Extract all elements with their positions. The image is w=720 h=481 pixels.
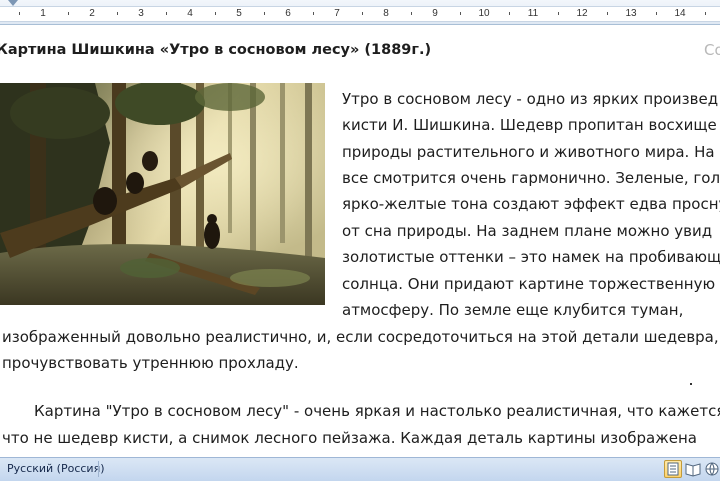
- paragraph-line: солнца. Они придают картине торжественну…: [342, 275, 716, 293]
- document-title: Картина Шишкина «Утро в сосновом лесу» (…: [0, 42, 432, 58]
- horizontal-ruler[interactable]: 1 2 3 4 5 6 7 8 9 10 11 12 13 14: [0, 0, 720, 25]
- paragraph-line: изображенный довольно реалистично, и, ес…: [2, 328, 719, 346]
- ruler-minor-tick: [215, 12, 216, 15]
- status-bar: Русский (Россия): [0, 457, 720, 481]
- web-layout-icon: [705, 462, 719, 476]
- ruler-label: 3: [138, 8, 144, 19]
- ruler-label: 1: [40, 8, 46, 19]
- paragraph-line: что не шедевр кисти, а снимок лесного пе…: [2, 429, 697, 447]
- ruler-minor-tick: [705, 12, 706, 15]
- open-book-icon: [685, 463, 701, 477]
- ruler-minor-tick: [509, 12, 510, 15]
- ruler-minor-tick: [656, 12, 657, 15]
- paragraph-line: Утро в сосновом лесу - одно из ярких про…: [342, 90, 719, 108]
- paragraph-line: золотистые оттенки – это намек на пробив…: [342, 248, 720, 266]
- web-layout-view-button[interactable]: [703, 460, 720, 478]
- ruler-minor-tick: [558, 12, 559, 15]
- print-layout-view-button[interactable]: [664, 460, 682, 478]
- ruler-minor-tick: [362, 12, 363, 15]
- ruler-label: 13: [625, 8, 637, 19]
- paragraph-line: природы растительного и животного мира. …: [342, 143, 715, 161]
- paragraph-line: прочувствовать утреннюю прохладу.: [2, 354, 299, 372]
- paragraph-line: от сна природы. На заднем плане можно ув…: [342, 222, 713, 240]
- ruler-label: 4: [187, 8, 193, 19]
- ruler-label: 7: [334, 8, 340, 19]
- ruler-minor-tick: [166, 12, 167, 15]
- ruler-label: 12: [576, 8, 588, 19]
- text-cursor-mark: [690, 383, 692, 385]
- ruler-label: 14: [674, 8, 686, 19]
- ruler-label: 10: [478, 8, 490, 19]
- painting-image: [0, 83, 325, 305]
- ruler-minor-tick: [117, 12, 118, 15]
- ruler-minor-tick: [460, 12, 461, 15]
- ruler-label: 11: [527, 8, 539, 19]
- paragraph-line: кисти И. Шишкина. Шедевр пропитан восхищ…: [342, 116, 717, 134]
- paragraph-line: Картина "Утро в сосновом лесу" - очень я…: [34, 402, 720, 420]
- ruler-label: 8: [383, 8, 389, 19]
- status-separator: [98, 461, 99, 477]
- paragraph-line: атмосферу. По земле еще клубится туман,: [342, 301, 684, 319]
- ruler-minor-tick: [264, 12, 265, 15]
- print-layout-icon: [667, 462, 679, 476]
- ruler-minor-tick: [607, 12, 608, 15]
- document-page[interactable]: Картина Шишкина «Утро в сосновом лесу» (…: [0, 25, 720, 457]
- ruler-minor-tick: [68, 12, 69, 15]
- clipped-text: Со: [704, 41, 720, 59]
- ruler-label: 2: [89, 8, 95, 19]
- ruler-label: 9: [432, 8, 438, 19]
- ruler-minor-tick: [19, 12, 20, 15]
- ruler-minor-tick: [411, 12, 412, 15]
- paragraph-line: ярко-желтые тона создают эффект едва про…: [342, 195, 720, 213]
- ruler-label: 5: [236, 8, 242, 19]
- ruler-scale: 1 2 3 4 5 6 7 8 9 10 11 12 13 14: [0, 6, 720, 22]
- indent-marker[interactable]: [8, 0, 18, 6]
- language-indicator[interactable]: Русский (Россия): [7, 462, 105, 475]
- paragraph-line: все смотрится очень гармонично. Зеленые,…: [342, 169, 720, 187]
- ruler-minor-tick: [313, 12, 314, 15]
- full-screen-reading-view-button[interactable]: [684, 460, 702, 478]
- ruler-label: 6: [285, 8, 291, 19]
